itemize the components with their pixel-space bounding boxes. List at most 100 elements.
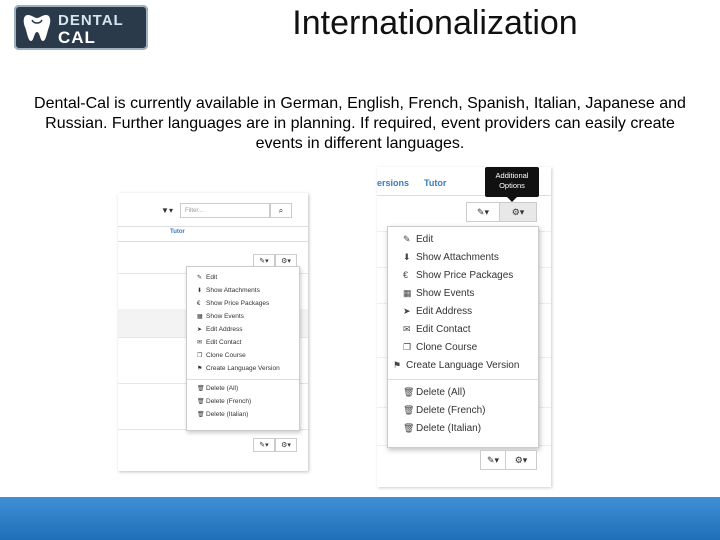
download-icon: ⬇ [197, 288, 203, 294]
options-button[interactable]: ⚙▾ [499, 202, 537, 222]
menu-item-delete-french[interactable]: 🗑Delete (French) [197, 398, 251, 405]
menu-item-label: Delete (All) [416, 387, 466, 398]
row-actions: ✎▾ ⚙▾ [253, 434, 301, 452]
search-button[interactable]: ⌕ [270, 203, 292, 218]
column-header-versions[interactable]: ersions [377, 178, 409, 188]
filter-button[interactable]: ▼▾ [156, 203, 178, 219]
logo-line1: DENTAL [58, 12, 124, 29]
dental-cal-logo: DENTAL CAL [14, 5, 148, 50]
trash-icon: 🗑 [197, 412, 205, 418]
trash-icon: 🗑 [403, 387, 415, 397]
menu-item-delete-all[interactable]: 🗑Delete (All) [197, 385, 238, 392]
menu-item-label: Show Events [206, 313, 244, 320]
edit-button[interactable]: ✎▾ [480, 450, 506, 470]
row-actions: ✎▾ ⚙▾ [466, 202, 540, 222]
options-button[interactable]: ⚙▾ [505, 450, 537, 470]
trash-icon: 🗑 [403, 423, 415, 433]
right-screenshot: ersions Tutor Additional Options ✎▾ ⚙▾ ✎ E… [377, 167, 551, 487]
menu-item-show-events[interactable]: ▦ Show Events [197, 313, 244, 320]
menu-item-label: Show Attachments [206, 287, 260, 294]
menu-item-edit-address[interactable]: ➤ Edit Address [197, 326, 243, 333]
menu-item-edit-contact[interactable]: ✉ Edit Contact [403, 324, 470, 335]
right-options-menu: ✎ Edit ⬇ Show Attachments € Show Price Pack… [387, 226, 539, 448]
menu-item-label: Show Events [416, 288, 475, 299]
description-text: Dental-Cal is currently available in Ger… [34, 95, 686, 152]
menu-item-edit[interactable]: ✎ Edit [403, 234, 433, 245]
edit-icon: ✎ [403, 234, 411, 244]
trash-icon: 🗑 [403, 405, 415, 415]
menu-item-edit[interactable]: ✎ Edit [197, 274, 217, 281]
menu-item-label: Delete (Italian) [416, 423, 482, 434]
menu-item-label: Create Language Version [206, 365, 280, 372]
menu-item-edit-address[interactable]: ➤ Edit Address [403, 306, 472, 317]
menu-item-delete-italian[interactable]: 🗑Delete (Italian) [403, 423, 481, 434]
tooltip-line1: Additional [495, 171, 529, 180]
location-arrow-icon: ➤ [403, 306, 411, 316]
column-header-tutor[interactable]: Tutor [170, 229, 185, 235]
edit-button[interactable]: ✎▾ [466, 202, 500, 222]
edit-icon: ✎ [197, 275, 203, 281]
row-actions: ✎▾ ⚙▾ [253, 250, 301, 268]
menu-item-show-price-packages[interactable]: € Show Price Packages [403, 270, 513, 281]
menu-item-edit-contact[interactable]: ✉ Edit Contact [197, 339, 241, 346]
menu-item-delete-italian[interactable]: 🗑Delete (Italian) [197, 411, 248, 418]
trash-icon: 🗑 [197, 386, 205, 392]
menu-item-label: Show Price Packages [416, 270, 514, 281]
menu-item-label: Delete (French) [416, 405, 486, 416]
flag-icon: ⚑ [197, 366, 203, 372]
menu-item-label: Clone Course [206, 352, 246, 359]
edit-button[interactable]: ✎▾ [253, 438, 275, 452]
menu-item-create-language-version[interactable]: ⚑ Create Language Version [393, 360, 519, 371]
envelope-icon: ✉ [197, 340, 203, 346]
copy-icon: ❐ [403, 342, 412, 352]
menu-item-show-events[interactable]: ▦ Show Events [403, 288, 474, 299]
menu-item-show-price-packages[interactable]: € Show Price Packages [197, 300, 269, 307]
menu-item-label: Edit [416, 234, 434, 245]
flag-icon: ⚑ [393, 360, 402, 370]
left-toolbar: ▼▾ Filter... ⌕ [118, 193, 308, 229]
left-table-header: Tutor [118, 226, 308, 242]
menu-divider [187, 379, 299, 380]
search-icon: ⌕ [278, 206, 284, 215]
left-options-menu: ✎ Edit ⬇ Show Attachments € Show Price Pack… [186, 266, 300, 431]
menu-divider [388, 379, 538, 380]
menu-item-label: Show Price Packages [206, 300, 270, 307]
column-header-tutor[interactable]: Tutor [424, 178, 446, 188]
footer-bar [0, 497, 720, 540]
menu-item-delete-french[interactable]: 🗑Delete (French) [403, 405, 485, 416]
location-arrow-icon: ➤ [197, 327, 203, 333]
menu-item-label: Clone Course [416, 342, 478, 353]
menu-item-label: Edit Contact [206, 339, 242, 346]
menu-item-label: Edit Address [206, 326, 243, 333]
menu-item-delete-all[interactable]: 🗑Delete (All) [403, 387, 465, 398]
menu-item-clone-course[interactable]: ❐ Clone Course [403, 342, 477, 353]
slide-title: Internationalization [292, 4, 578, 42]
download-icon: ⬇ [403, 252, 411, 262]
envelope-icon: ✉ [403, 324, 411, 334]
euro-icon: € [403, 270, 409, 280]
menu-item-label: Edit Contact [416, 324, 471, 335]
menu-item-clone-course[interactable]: ❐ Clone Course [197, 352, 246, 359]
menu-item-label: Delete (French) [206, 398, 252, 405]
options-button[interactable]: ⚙▾ [275, 438, 297, 452]
menu-item-label: Delete (Italian) [206, 411, 249, 418]
menu-item-show-attachments[interactable]: ⬇ Show Attachments [197, 287, 260, 294]
menu-item-label: Delete (All) [206, 385, 239, 392]
menu-item-show-attachments[interactable]: ⬇ Show Attachments [403, 252, 499, 263]
filter-input[interactable]: Filter... [180, 203, 270, 218]
additional-options-tooltip: Additional Options [485, 167, 539, 202]
tooltip-line2: Options [499, 181, 525, 190]
menu-item-label: Create Language Version [406, 360, 520, 371]
menu-item-label: Edit [206, 274, 218, 281]
row-actions: ✎▾ ⚙▾ [480, 450, 540, 470]
copy-icon: ❐ [197, 353, 203, 359]
left-screenshot: ▼▾ Filter... ⌕ Tutor ✎▾ ⚙▾ ✎▾ ⚙▾ ✎ Edit ⬇ Sh… [118, 193, 308, 471]
menu-item-label: Show Attachments [416, 252, 499, 263]
calendar-icon: ▦ [403, 288, 412, 298]
logo-line2: CAL [58, 28, 96, 47]
tooth-icon [23, 15, 51, 41]
calendar-icon: ▦ [197, 314, 203, 320]
trash-icon: 🗑 [197, 399, 205, 405]
menu-item-create-language-version[interactable]: ⚑ Create Language Version [197, 365, 280, 372]
menu-item-label: Edit Address [416, 306, 473, 317]
